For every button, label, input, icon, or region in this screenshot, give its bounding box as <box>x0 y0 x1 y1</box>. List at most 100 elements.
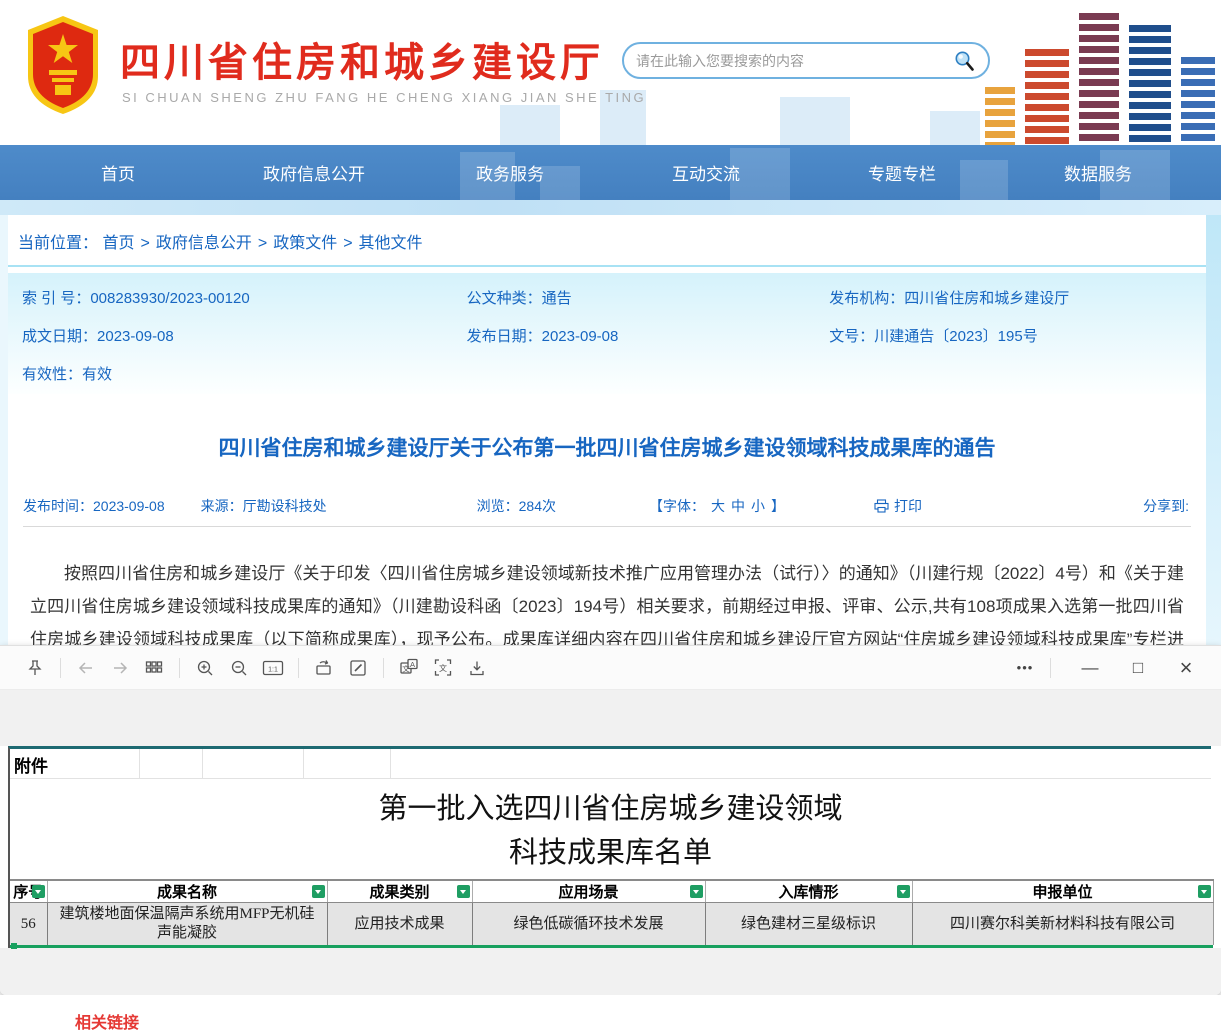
selection-border <box>10 945 1213 948</box>
breadcrumb-separator: > <box>258 235 267 252</box>
printer-icon <box>874 499 889 513</box>
breadcrumb-info-disclosure[interactable]: 政府信息公开 <box>156 235 252 252</box>
zoom-in-icon[interactable] <box>188 653 222 683</box>
header-result-category[interactable]: 成果类别 <box>327 880 472 903</box>
results-table: 序号 成果名称 成果类别 应用场景 入库情形 申报单位 56 建筑楼地面保温隔声… <box>10 879 1214 945</box>
sheet-title-line2: 科技成果库名单 <box>10 831 1211 875</box>
nav-item-home[interactable]: 首页 <box>20 145 216 200</box>
skyline-decoration <box>930 111 980 145</box>
filter-dropdown-icon[interactable] <box>457 885 470 898</box>
empty-cell <box>391 749 1211 778</box>
main-nav: 首页 政府信息公开 政务服务 互动交流 专题专栏 数据服务 <box>0 145 1221 200</box>
header-applicant-unit[interactable]: 申报单位 <box>912 880 1213 903</box>
header-result-name[interactable]: 成果名称 <box>47 880 327 903</box>
share-label[interactable]: 分享到: <box>1143 496 1189 516</box>
attachment-row: 附件 <box>10 749 1211 779</box>
nav-item-data-services[interactable]: 数据服务 <box>1000 145 1196 200</box>
document-meta-box: 索 引 号：008283930/2023-00120 公文种类：通告 发布机构：… <box>8 273 1206 394</box>
sheet-title: 第一批入选四川省住房城乡建设领域 科技成果库名单 <box>10 779 1211 879</box>
page-footer: 相关链接 <box>0 995 1221 1018</box>
forward-icon[interactable] <box>103 653 137 683</box>
nav-item-special-topics[interactable]: 专题专栏 <box>804 145 1000 200</box>
toolbar-divider <box>179 658 180 678</box>
toolbar-divider <box>298 658 299 678</box>
filter-dropdown-icon[interactable] <box>312 885 325 898</box>
svg-text:1:1: 1:1 <box>268 666 278 673</box>
nav-item-info-disclosure[interactable]: 政府信息公开 <box>216 145 412 200</box>
source: 来源：厅勘设科技处 <box>201 496 327 516</box>
breadcrumb-other-docs[interactable]: 其他文件 <box>359 235 423 252</box>
page-background-left <box>0 215 8 645</box>
toolbar-divider <box>60 658 61 678</box>
empty-cell <box>304 749 391 778</box>
svg-text:文: 文 <box>439 663 447 673</box>
view-count: 浏览：284次 <box>477 496 556 516</box>
header-inclusion-status[interactable]: 入库情形 <box>705 880 912 903</box>
download-icon[interactable] <box>460 653 494 683</box>
nav-item-gov-services[interactable]: 政务服务 <box>412 145 608 200</box>
search-box[interactable] <box>622 42 990 79</box>
translate-icon[interactable]: 文 A <box>392 653 426 683</box>
sheet-title-line1: 第一批入选四川省住房城乡建设领域 <box>10 787 1211 831</box>
font-size-small[interactable]: 小 <box>751 498 765 514</box>
site-subtitle: SI CHUAN SHENG ZHU FANG HE CHENG XIANG J… <box>122 90 646 105</box>
building-blue <box>1181 57 1215 145</box>
filter-dropdown-icon[interactable] <box>690 885 703 898</box>
zoom-out-icon[interactable] <box>222 653 256 683</box>
building-red <box>1025 49 1069 145</box>
cell-serial[interactable]: 56 <box>10 903 47 946</box>
cell-result-name[interactable]: 建筑楼地面保温隔声系统用MFP无机硅声能凝胶 <box>47 903 327 946</box>
font-size-control: 【字体：大中小】 <box>646 496 788 516</box>
search-input[interactable] <box>636 53 952 69</box>
pin-icon[interactable] <box>18 653 52 683</box>
cell-application-scenario[interactable]: 绿色低碳循环技术发展 <box>472 903 705 946</box>
sky-strip-decoration <box>0 200 1221 215</box>
cell-result-category[interactable]: 应用技术成果 <box>327 903 472 946</box>
meta-written-date: 成文日期：2023-09-08 <box>22 325 467 346</box>
print-label: 打印 <box>894 496 922 516</box>
actual-size-icon[interactable]: 1:1 <box>256 653 290 683</box>
close-icon[interactable]: × <box>1169 653 1203 683</box>
font-label-close: 】 <box>771 498 785 514</box>
more-options-icon[interactable]: ••• <box>1008 653 1042 683</box>
meta-doc-type: 公文种类：通告 <box>467 287 830 308</box>
empty-cell <box>203 749 304 778</box>
nav-item-interaction[interactable]: 互动交流 <box>608 145 804 200</box>
maximize-icon[interactable]: □ <box>1121 653 1155 683</box>
extract-text-icon[interactable]: 文 <box>426 653 460 683</box>
skyline-decoration <box>780 97 850 145</box>
article-title: 四川省住房和城乡建设厅关于公布第一批四川省住房城乡建设领域科技成果库的通告 <box>48 432 1166 462</box>
breadcrumb-policy-docs[interactable]: 政策文件 <box>273 235 337 252</box>
font-size-medium[interactable]: 中 <box>731 498 745 514</box>
cell-inclusion-status[interactable]: 绿色建材三星级标识 <box>705 903 912 946</box>
edit-icon[interactable] <box>341 653 375 683</box>
building-maroon <box>1079 13 1119 145</box>
rotate-icon[interactable] <box>307 653 341 683</box>
breadcrumb-home[interactable]: 首页 <box>102 235 134 252</box>
meta-validity: 有效性：有效 <box>22 363 467 384</box>
thumbnails-icon[interactable] <box>137 653 171 683</box>
national-emblem-logo <box>22 14 104 116</box>
related-links[interactable]: 相关链接 <box>75 1009 1221 1033</box>
empty-cell <box>140 749 203 778</box>
header-application-scenario[interactable]: 应用场景 <box>472 880 705 903</box>
filter-dropdown-icon[interactable] <box>32 885 45 898</box>
header-serial[interactable]: 序号 <box>10 880 47 903</box>
fill-handle[interactable] <box>11 943 17 949</box>
attachment-viewer-window: 1:1 文 A <box>0 645 1221 995</box>
meta-index-number: 索 引 号：008283930/2023-00120 <box>22 287 467 308</box>
search-icon[interactable] <box>952 49 976 73</box>
font-size-large[interactable]: 大 <box>711 498 725 514</box>
attachment-label: 附件 <box>10 749 139 777</box>
building-gold <box>985 87 1015 145</box>
breadcrumb-separator: > <box>140 235 149 252</box>
filter-dropdown-icon[interactable] <box>897 885 910 898</box>
back-icon[interactable] <box>69 653 103 683</box>
minimize-icon[interactable]: — <box>1073 653 1107 683</box>
site-header: 四川省住房和城乡建设厅 SI CHUAN SHENG ZHU FANG HE C… <box>0 0 1221 145</box>
cell-applicant-unit[interactable]: 四川赛尔科美新材料科技有限公司 <box>912 903 1213 946</box>
filter-dropdown-icon[interactable] <box>1198 885 1211 898</box>
article-meta-row: 发布时间：2023-09-08 来源：厅勘设科技处 浏览：284次 【字体：大中… <box>23 496 1191 527</box>
meta-publish-date: 发布日期：2023-09-08 <box>467 325 830 346</box>
print-button[interactable]: 打印 <box>874 496 922 516</box>
